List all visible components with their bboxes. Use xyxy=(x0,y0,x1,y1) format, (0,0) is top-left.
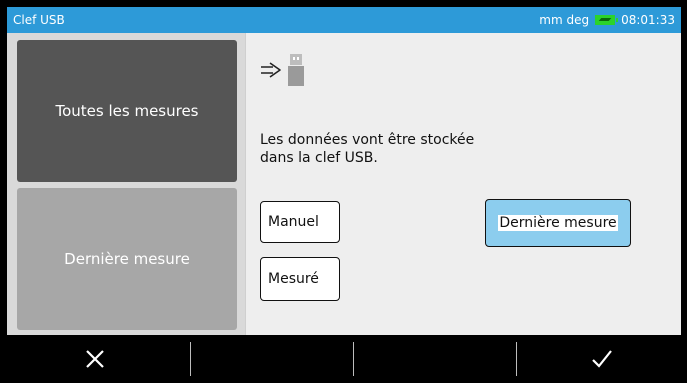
button-label: Dernière mesure xyxy=(498,215,618,231)
clock: 08:01:33 xyxy=(621,13,675,27)
usb-export-illustration xyxy=(260,53,304,87)
toolbar-slot-2[interactable] xyxy=(191,335,353,383)
info-message: Les données vont être stockée dans la cl… xyxy=(260,131,560,167)
measured-button[interactable]: Mesuré xyxy=(260,257,340,301)
sidebar-item-label: Dernière mesure xyxy=(64,250,190,268)
title-bar: Clef USB mm deg 08:01:33 xyxy=(7,7,681,33)
status-area: mm deg 08:01:33 xyxy=(539,13,675,27)
device-screen: Clef USB mm deg 08:01:33 Toutes les mesu… xyxy=(0,0,687,383)
cancel-button[interactable] xyxy=(0,335,190,383)
sidebar-item-label: Toutes les mesures xyxy=(55,102,199,120)
message-line: Les données vont être stockée xyxy=(260,132,475,148)
usb-drive-icon xyxy=(288,54,304,86)
bottom-toolbar xyxy=(0,335,687,383)
checkmark-icon xyxy=(592,350,612,368)
units-indicator: mm deg xyxy=(539,13,590,27)
manual-button[interactable]: Manuel xyxy=(260,201,340,243)
screen-title: Clef USB xyxy=(13,13,65,27)
sidebar-item-last-measure[interactable]: Dernière mesure xyxy=(17,188,237,330)
arrow-right-icon xyxy=(261,62,281,78)
confirm-button[interactable] xyxy=(517,335,687,383)
battery-icon xyxy=(595,15,619,25)
toolbar-slot-3[interactable] xyxy=(354,335,516,383)
close-icon xyxy=(86,350,104,368)
sidebar-item-all-measures[interactable]: Toutes les mesures xyxy=(17,40,237,182)
main-panel: Les données vont être stockée dans la cl… xyxy=(245,33,681,335)
message-line: dans la clef USB. xyxy=(260,150,378,166)
sidebar: Toutes les mesures Dernière mesure xyxy=(7,33,245,335)
last-measure-button[interactable]: Dernière mesure xyxy=(485,199,631,247)
